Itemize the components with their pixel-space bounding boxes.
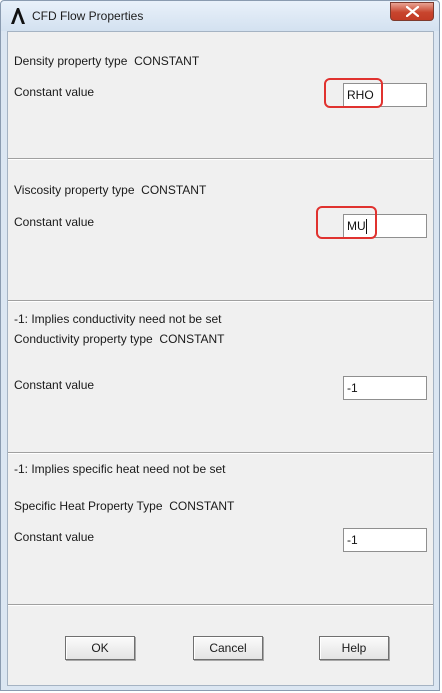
ansys-logo-icon	[10, 7, 26, 25]
viscosity-type-value: CONSTANT	[141, 183, 207, 197]
density-value-field[interactable]	[343, 83, 427, 107]
specific-heat-value-label: Constant value	[14, 530, 95, 544]
conductivity-section: -1: Implies conductivity need not be set…	[8, 302, 433, 452]
specific-heat-section: -1: Implies specific heat need not be se…	[8, 454, 433, 604]
conductivity-type-caption: Conductivity property type	[14, 332, 153, 346]
density-type-value: CONSTANT	[134, 54, 200, 68]
specific-heat-type-label: Specific Heat Property Type CONSTANT	[14, 499, 234, 513]
conductivity-type-label: Conductivity property type CONSTANT	[14, 332, 225, 346]
dialog-body: Density property type CONSTANT Constant …	[7, 31, 434, 686]
specific-heat-value-field[interactable]	[343, 528, 427, 552]
viscosity-type-caption: Viscosity property type	[14, 183, 135, 197]
close-icon	[406, 6, 419, 17]
ok-button[interactable]: OK	[65, 636, 135, 660]
text-cursor	[366, 219, 367, 234]
density-type-label: Density property type CONSTANT	[14, 54, 199, 68]
density-value-label: Constant value	[14, 85, 95, 99]
close-button[interactable]	[390, 2, 434, 21]
viscosity-value-label: Constant value	[14, 215, 95, 229]
density-type-caption: Density property type	[14, 54, 128, 68]
specific-heat-note: -1: Implies specific heat need not be se…	[14, 462, 226, 476]
conductivity-value-field[interactable]	[343, 376, 427, 400]
title-bar[interactable]: CFD Flow Properties	[1, 1, 439, 31]
conductivity-note: -1: Implies conductivity need not be set	[14, 312, 222, 326]
conductivity-value-label: Constant value	[14, 378, 95, 392]
specific-heat-type-caption: Specific Heat Property Type	[14, 499, 163, 513]
specific-heat-type-value: CONSTANT	[169, 499, 235, 513]
density-section: Density property type CONSTANT Constant …	[8, 32, 433, 157]
conductivity-type-value: CONSTANT	[159, 332, 225, 346]
help-button[interactable]: Help	[319, 636, 389, 660]
viscosity-type-label: Viscosity property type CONSTANT	[14, 183, 206, 197]
cfd-flow-properties-dialog: CFD Flow Properties Density property typ…	[0, 0, 440, 691]
window-title: CFD Flow Properties	[32, 9, 144, 23]
section-divider	[8, 604, 433, 606]
cancel-button[interactable]: Cancel	[193, 636, 263, 660]
viscosity-section: Viscosity property type CONSTANT Constan…	[8, 160, 433, 300]
viscosity-value-field[interactable]	[343, 214, 427, 238]
